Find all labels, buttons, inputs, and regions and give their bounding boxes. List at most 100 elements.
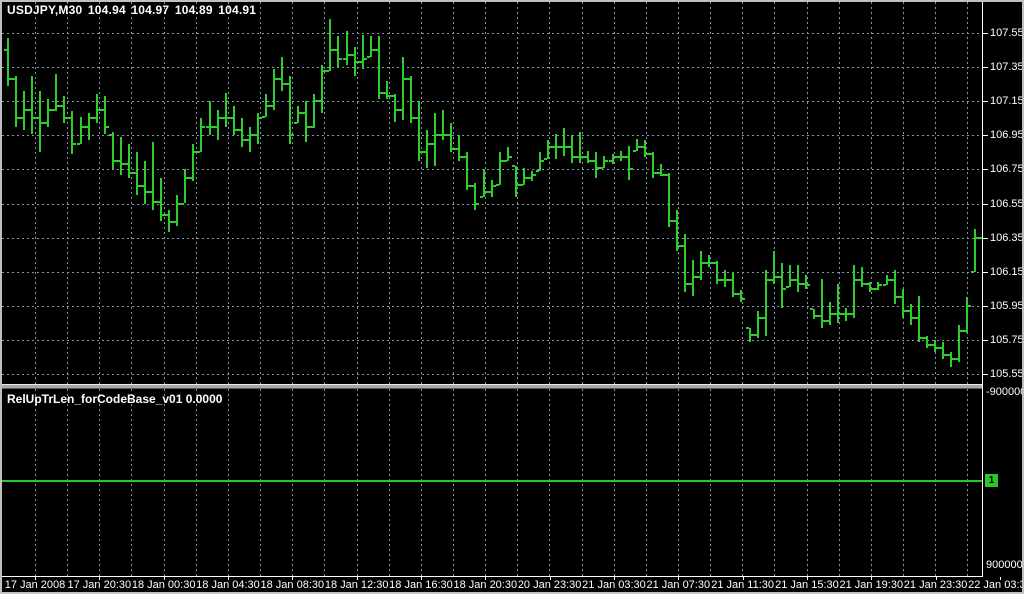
time-axis[interactable]: 17 Jan 2008 17 Jan 20:30 18 Jan 00:30 18 Ja… bbox=[2, 577, 1022, 592]
indicator-flat-line bbox=[2, 480, 982, 482]
ohlc-bar bbox=[321, 65, 324, 114]
ohlc-close-tick bbox=[742, 297, 746, 300]
ohlc-open-tick bbox=[423, 151, 427, 154]
ohlc-bar bbox=[780, 263, 783, 308]
ohlc-open-tick bbox=[358, 60, 362, 63]
symbol-period-label: USDJPY,M30 bbox=[7, 3, 83, 17]
ohlc-bar bbox=[482, 169, 485, 197]
ohlc-open-tick bbox=[261, 115, 265, 118]
chart-client-area: USDJPY,M30 104.94 104.97 104.89 104.91 R… bbox=[2, 2, 1022, 592]
gridline-vertical bbox=[388, 389, 390, 576]
ohlc-bar bbox=[329, 19, 332, 71]
indicator-name-value-label: RelUpTrLen_forCodeBase_v01 0.0000 bbox=[7, 392, 223, 406]
ohlc-open-tick bbox=[334, 49, 338, 52]
ohlc-bar bbox=[192, 143, 195, 182]
time-axis-label: 18 Jan 00:30 bbox=[131, 579, 196, 591]
ohlc-bar bbox=[571, 135, 574, 163]
price-axis-tick bbox=[983, 67, 988, 69]
price-axis-label: 107.15 bbox=[990, 95, 1022, 108]
ohlc-open-tick bbox=[922, 337, 926, 340]
ohlc-close-tick bbox=[508, 156, 512, 159]
ohlc-bar bbox=[281, 56, 284, 91]
ohlc-open-tick bbox=[648, 153, 652, 156]
ohlc-bar bbox=[917, 295, 920, 342]
ohlc-open-tick bbox=[503, 159, 507, 162]
ohlc-open-tick bbox=[761, 316, 765, 319]
ohlc-bar bbox=[79, 116, 82, 144]
gridline-vertical bbox=[420, 2, 422, 384]
ohlc-open-tick bbox=[713, 262, 717, 265]
ohlc-bar bbox=[506, 147, 509, 161]
gridline-vertical bbox=[292, 389, 294, 576]
ohlc-open-tick bbox=[181, 202, 185, 205]
ohlc-bar bbox=[651, 152, 654, 178]
ohlc-open-tick bbox=[463, 156, 467, 159]
gridline-vertical bbox=[613, 2, 615, 384]
ohlc-bar bbox=[176, 194, 179, 226]
ohlc-close-tick bbox=[476, 202, 480, 205]
ohlc-open-tick bbox=[269, 105, 273, 108]
ohlc-close-tick bbox=[782, 287, 786, 290]
ohlc-bar bbox=[700, 251, 703, 281]
ohlc-open-tick bbox=[149, 190, 153, 193]
ohlc-open-tick bbox=[971, 270, 975, 273]
gridline-vertical bbox=[710, 389, 712, 576]
ohlc-open-tick bbox=[632, 149, 636, 152]
ohlc-open-tick bbox=[721, 279, 725, 282]
ohlc-bar bbox=[466, 152, 469, 190]
ohlc-close-tick bbox=[258, 117, 262, 120]
ohlc-open-tick bbox=[850, 313, 854, 316]
main-price-pane[interactable]: USDJPY,M30 104.94 104.97 104.89 104.91 bbox=[2, 2, 982, 384]
gridline-horizontal bbox=[2, 271, 982, 273]
ohlc-open-tick bbox=[568, 146, 572, 149]
ohlc-open-tick bbox=[906, 309, 910, 312]
ohlc-open-tick bbox=[197, 151, 201, 154]
ohlc-open-tick bbox=[495, 183, 499, 186]
gridline-vertical bbox=[356, 389, 358, 576]
price-axis-label: 106.55 bbox=[990, 197, 1022, 210]
ohlc-bar bbox=[909, 304, 912, 325]
ohlc-bar bbox=[119, 137, 122, 175]
ohlc-open-tick bbox=[229, 117, 233, 120]
ohlc-open-tick bbox=[681, 245, 685, 248]
ohlc-bar bbox=[772, 251, 775, 284]
gridline-horizontal bbox=[2, 169, 982, 171]
indicator-subwindow-pane[interactable]: RelUpTrLen_forCodeBase_v01 0.0000 bbox=[2, 389, 982, 576]
gridline-vertical bbox=[227, 2, 229, 384]
ohlc-open-tick bbox=[866, 282, 870, 285]
gridline-vertical bbox=[131, 2, 133, 384]
ohlc-open-tick bbox=[818, 315, 822, 318]
quote-low: 104.89 bbox=[174, 3, 213, 17]
time-axis-label: 18 Jan 12:30 bbox=[324, 579, 389, 591]
ohlc-bar bbox=[63, 96, 66, 124]
gridline-vertical bbox=[67, 389, 69, 576]
gridline-vertical bbox=[549, 2, 551, 384]
ohlc-bar bbox=[369, 36, 372, 57]
ohlc-bar bbox=[111, 131, 114, 170]
time-axis-label: 18 Jan 20:30 bbox=[453, 579, 518, 591]
ohlc-bar bbox=[490, 179, 493, 197]
ohlc-open-tick bbox=[882, 284, 886, 287]
gridline-vertical bbox=[678, 2, 679, 384]
gridline-vertical bbox=[485, 389, 487, 576]
ohlc-open-tick bbox=[294, 122, 298, 125]
price-axis[interactable]: 107.55 107.35 107.15 106.95 106.75 106.55 106.… bbox=[983, 2, 1022, 577]
price-axis-tick bbox=[983, 101, 988, 103]
price-axis-label: 105.55 bbox=[990, 368, 1022, 380]
price-axis-label: 107.35 bbox=[990, 61, 1022, 74]
quote-open: 104.94 bbox=[87, 3, 126, 17]
ohlc-bar bbox=[837, 283, 840, 323]
gridline-vertical bbox=[195, 2, 197, 384]
ohlc-open-tick bbox=[84, 125, 88, 128]
ohlc-open-tick bbox=[237, 129, 241, 132]
gridline-vertical bbox=[742, 389, 744, 576]
gridline-vertical bbox=[292, 2, 294, 384]
ohlc-open-tick bbox=[810, 308, 813, 311]
ohlc-open-tick bbox=[801, 282, 805, 285]
gridline-vertical bbox=[742, 2, 744, 384]
ohlc-open-tick bbox=[52, 108, 56, 111]
gridline-vertical bbox=[549, 389, 551, 576]
ohlc-bar bbox=[144, 160, 147, 204]
time-axis-label: 22 Jan 03:30 bbox=[968, 579, 1022, 591]
ohlc-bar bbox=[740, 290, 743, 303]
